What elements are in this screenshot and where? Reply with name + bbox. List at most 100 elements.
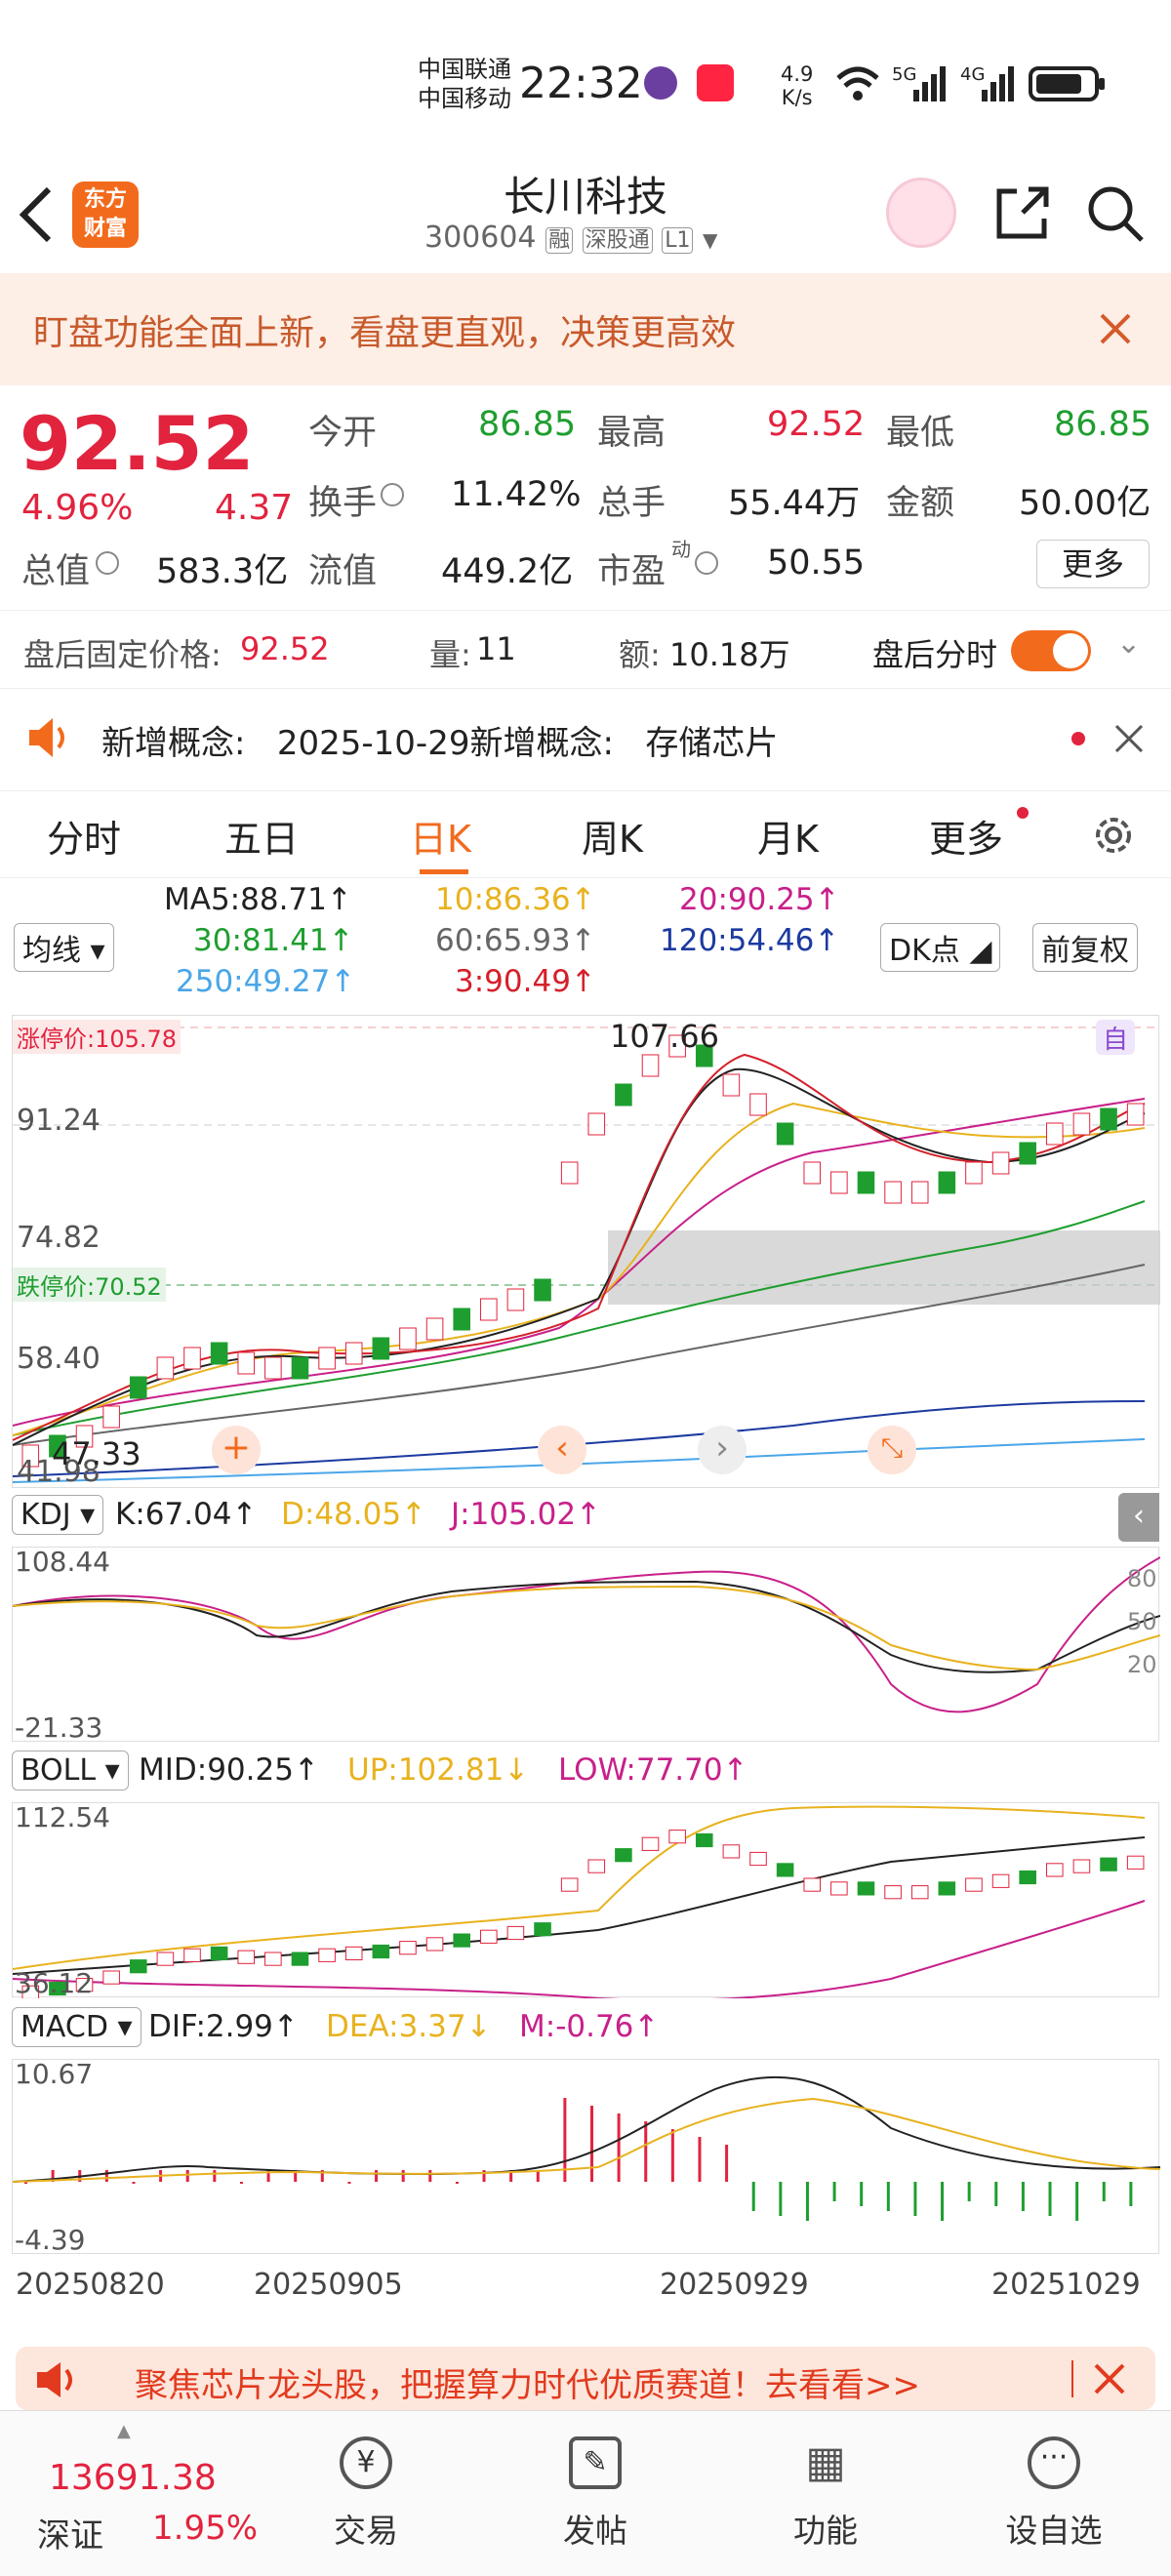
candle [291,1952,309,1966]
macd-bar [1048,2182,1052,2216]
auto-badge[interactable]: 自 [1096,1020,1135,1055]
kdj-selector[interactable]: KDJ ▾ [12,1495,104,1535]
info-icon[interactable] [96,551,119,575]
price-change: 4.37 [215,488,294,528]
scroll-left-icon[interactable]: ‹ [538,1426,586,1474]
ma20-label: 20:90.25↑ [679,882,840,917]
candle [722,1844,741,1859]
candle [534,1922,551,1937]
feature-banner[interactable]: 盯盘功能全面上新，看盘更直观，决策更高效 [0,273,1171,385]
after-hours-toggle[interactable] [1011,630,1091,671]
ad-text: 聚焦芯片龙头股，把握算力时代优质赛道！去看看>> [135,2366,920,2405]
candle [318,1948,336,1962]
turnover-label: 换手 [308,484,378,523]
macd-bar [860,2182,864,2206]
candle [910,1885,929,1900]
divider [1071,2360,1073,2397]
macd-bar [617,2113,621,2182]
macd-bar [913,2182,917,2216]
low-value: 86.85 [1054,405,1152,444]
tab-weekly[interactable]: 周K [582,809,643,863]
candle [965,1161,983,1185]
nav-functions[interactable]: ▦ 功能 [738,2411,913,2552]
more-button[interactable]: 更多 [1036,540,1150,588]
scroll-right-icon[interactable]: › [698,1426,747,1474]
candle [1072,1859,1091,1873]
candle [425,1317,444,1341]
volume-value: 55.44万 [728,484,861,523]
macd-selector[interactable]: MACD ▾ [12,2007,141,2047]
kdj-panel: KDJ ▾ K:67.04↑ D:48.05↑ J:105.02↑ ‹ 108.… [12,1493,1160,1744]
index-widget[interactable]: ▲ 13691.38 深证 1.95% [20,2421,273,2567]
candle [102,1970,120,1985]
status-bar: 中国联通 中国移动 22:32 4.9 K/s 5G 4G [0,0,1171,156]
candle [938,1171,956,1194]
candle [965,1877,983,1892]
macd-m: M:-0.76↑ [519,2009,660,2044]
date-2: 20250905 [254,2268,403,2302]
candle [1100,1857,1117,1872]
limit-up-label: 涨停价:105.78 [13,1020,182,1054]
ma-selector[interactable]: 均线 ▾ [14,923,114,972]
nav-trade[interactable]: ¥ 交易 [278,2411,454,2552]
tab-5day[interactable]: 五日 [224,809,299,863]
assistant-avatar[interactable] [886,178,956,248]
chevron-down-icon[interactable]: ⌄ [1116,626,1141,661]
candle [587,1859,606,1873]
tab-intraday[interactable]: 分时 [47,809,121,863]
macd-bar [1102,2182,1106,2201]
active-tab-indicator [420,869,468,874]
close-icon[interactable] [1093,2362,1126,2395]
kline-chart[interactable]: 涨停价:105.78 91.24 74.82 跌停价:70.52 58.40 4… [12,1015,1160,1489]
fullscreen-icon[interactable]: ⤡ [868,1426,916,1474]
concept-notice[interactable]: 新增概念: 2025-10-29新增概念: 存储芯片 [0,688,1171,790]
macd-bar [941,2182,945,2221]
gear-icon[interactable] [1089,811,1138,860]
ma5-label: MA5:88.71↑ [164,882,352,917]
more-dot [1017,807,1029,819]
after-hours-bar: 盘后固定价格: 92.52 量: 11 额: 10.18万 盘后分时 ⌄ [0,610,1171,688]
zoom-in-icon[interactable]: + [212,1426,261,1474]
candle [695,1832,713,1848]
candle [156,1356,175,1380]
macd-bar [401,2170,405,2182]
share-icon[interactable] [993,183,1052,242]
tab-more[interactable]: 更多 [929,809,1003,863]
macd-bar [1021,2182,1025,2211]
tab-daily[interactable]: 日K [410,809,471,863]
after-amt-value: 10.18万 [669,636,790,673]
info-icon[interactable] [695,551,718,575]
pe-label: 市盈 [597,552,666,591]
nav-watchlist[interactable]: ··· 设自选 [966,2411,1142,2552]
kdj-j: J:105.02↑ [451,1497,602,1532]
info-icon[interactable] [381,483,404,506]
high-label: 最高 [597,414,666,453]
candle [264,1356,282,1380]
promo-ad[interactable]: 聚焦芯片龙头股，把握算力时代优质赛道！去看看>> [16,2347,1155,2410]
adjust-selector[interactable]: 前复权 [1032,923,1138,972]
index-up-arrow: ▲ [117,2421,131,2441]
candle [399,1327,417,1350]
collapse-icon[interactable]: ‹ [1118,1493,1159,1542]
candle [803,1877,822,1892]
candle [560,1877,579,1892]
macd-bar [832,2182,836,2201]
quote-panel: 92.52 4.96% 4.37 今开 86.85 最高 92.52 最低 86… [0,385,1171,610]
signal-5g-icon: 5G [892,64,947,103]
amount-label: 金额 [886,484,955,523]
tab-monthly[interactable]: 月K [757,809,819,863]
close-icon[interactable] [1099,312,1132,345]
after-price-value: 92.52 [240,630,330,667]
close-icon[interactable] [1114,724,1144,753]
search-icon[interactable] [1085,183,1146,244]
y-label-3: 58.40 [17,1342,101,1376]
dk-selector[interactable]: DK点 ◢ [880,923,1001,972]
macd-bar [104,2170,108,2182]
nav-post[interactable]: ✎ 发帖 [507,2411,683,2552]
candle [237,1351,256,1375]
boll-selector[interactable]: BOLL ▾ [12,1751,129,1791]
ma-legend: 均线 ▾ MA5:88.71↑ 10:86.36↑ 20:90.25↑ 30:8… [0,878,1171,1005]
back-icon[interactable] [18,185,57,244]
unread-dot [1071,732,1085,745]
macd-bar [590,2106,593,2182]
